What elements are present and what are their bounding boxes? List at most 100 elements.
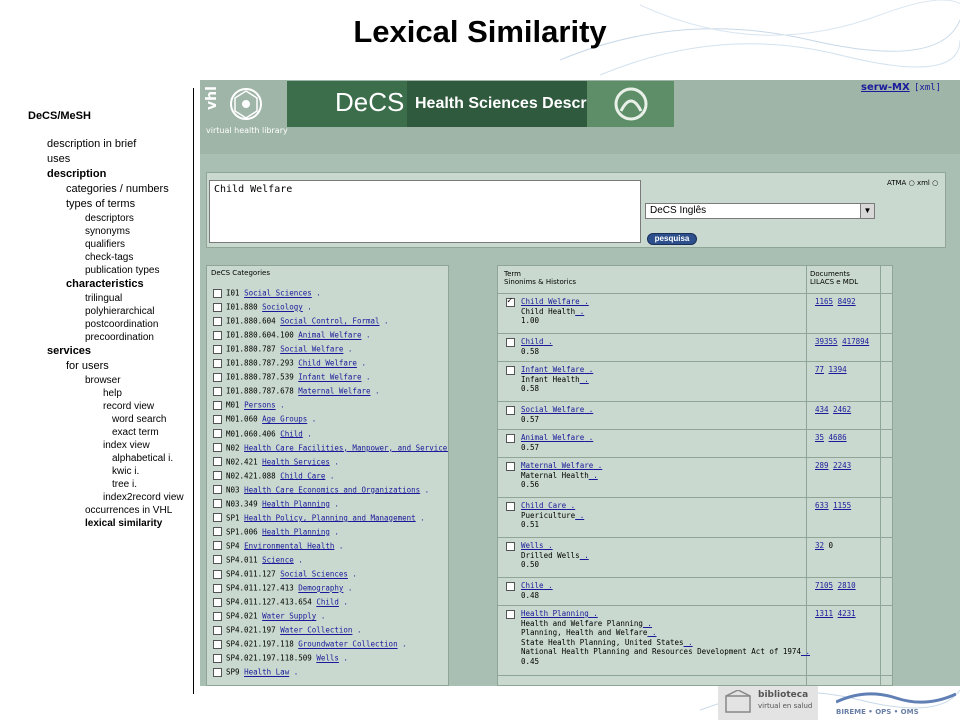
result-checkbox[interactable] bbox=[506, 502, 515, 511]
category-dot-link[interactable]: . bbox=[343, 345, 353, 354]
category-link[interactable]: Health Planning bbox=[262, 527, 330, 536]
lilacs-count-link[interactable]: 39355 bbox=[815, 337, 838, 346]
category-checkbox[interactable] bbox=[213, 667, 222, 677]
category-checkbox[interactable] bbox=[213, 429, 222, 438]
term-dot-link[interactable]: . bbox=[580, 297, 589, 306]
category-checkbox[interactable] bbox=[213, 358, 222, 368]
xml-link[interactable]: [xml] bbox=[914, 83, 941, 93]
category-checkbox[interactable] bbox=[213, 611, 222, 621]
synonym-dot-link[interactable]: . bbox=[643, 619, 652, 628]
category-link[interactable]: Child Care bbox=[280, 471, 325, 480]
category-checkbox[interactable] bbox=[213, 639, 222, 649]
term-dot-link[interactable]: . bbox=[584, 405, 594, 414]
medline-count[interactable]: 1394 bbox=[829, 365, 847, 374]
category-link[interactable]: Water Supply bbox=[262, 612, 316, 621]
category-dot-link[interactable]: . bbox=[303, 429, 312, 438]
synonym-dot-link[interactable]: . bbox=[580, 551, 589, 560]
category-dot-link[interactable]: . bbox=[339, 598, 348, 607]
category-checkbox[interactable] bbox=[213, 471, 222, 481]
category-link[interactable]: Environmental Health bbox=[244, 541, 334, 550]
category-checkbox[interactable] bbox=[213, 625, 222, 635]
term-link[interactable]: Infant Welfare bbox=[521, 365, 584, 374]
category-link[interactable]: Social Welfare bbox=[280, 345, 343, 354]
result-checkbox[interactable] bbox=[506, 296, 515, 307]
synonym-dot-link[interactable]: . bbox=[801, 647, 810, 656]
radio-icon[interactable]: ○ bbox=[909, 179, 915, 187]
lilacs-count-link[interactable]: 77 bbox=[815, 365, 824, 374]
result-checkbox[interactable] bbox=[506, 434, 515, 443]
category-link[interactable]: Health Care Economics and Organizations bbox=[244, 485, 420, 494]
lilacs-count-link[interactable]: 633 bbox=[815, 501, 829, 510]
lilacs-count-link[interactable]: 1311 bbox=[815, 609, 833, 618]
term-link[interactable]: Maternal Welfare bbox=[521, 461, 593, 470]
synonym-dot-link[interactable]: . bbox=[580, 375, 589, 384]
lilacs-count-link[interactable]: 7105 bbox=[815, 581, 833, 590]
category-checkbox[interactable] bbox=[213, 302, 222, 312]
term-link[interactable]: Animal Welfare bbox=[521, 433, 584, 442]
category-checkbox[interactable] bbox=[213, 485, 222, 495]
category-dot-link[interactable]: . bbox=[303, 303, 312, 312]
category-dot-link[interactable]: . bbox=[361, 373, 371, 382]
category-checkbox[interactable] bbox=[213, 541, 222, 551]
category-link[interactable]: Health Planning bbox=[262, 499, 330, 508]
lilacs-count-link[interactable]: 32 bbox=[815, 541, 824, 550]
search-button[interactable]: pesquisa bbox=[647, 233, 697, 245]
term-dot-link[interactable]: . bbox=[544, 581, 553, 590]
category-link[interactable]: Demography bbox=[298, 584, 343, 593]
lilacs-count-link[interactable]: 1165 bbox=[815, 297, 833, 306]
category-checkbox[interactable] bbox=[213, 499, 222, 509]
medline-count[interactable]: 4231 bbox=[838, 609, 856, 618]
term-link[interactable]: Child Welfare bbox=[521, 297, 580, 306]
medline-count[interactable]: 417894 bbox=[842, 337, 869, 346]
result-checkbox[interactable] bbox=[506, 610, 515, 619]
term-link[interactable]: Health Planning bbox=[521, 609, 589, 618]
medline-count[interactable]: 2462 bbox=[833, 405, 851, 414]
category-checkbox[interactable] bbox=[213, 288, 222, 298]
term-link[interactable]: Child Care bbox=[521, 501, 566, 510]
synonym-dot-link[interactable]: . bbox=[647, 628, 657, 637]
category-dot-link[interactable]: . bbox=[330, 527, 339, 536]
category-dot-link[interactable]: . bbox=[307, 415, 317, 424]
category-link[interactable]: Health Care Facilities, Manpower, and Se… bbox=[244, 443, 448, 452]
category-dot-link[interactable]: . bbox=[330, 499, 339, 508]
medline-count[interactable]: 8492 bbox=[838, 297, 856, 306]
category-dot-link[interactable]: . bbox=[289, 668, 299, 677]
term-dot-link[interactable]: . bbox=[593, 461, 603, 470]
chevron-down-icon[interactable]: ▼ bbox=[860, 204, 874, 218]
category-link[interactable]: Groundwater Collection bbox=[298, 640, 397, 649]
category-link[interactable]: Age Groups bbox=[262, 415, 307, 424]
category-link[interactable]: Health Services bbox=[262, 457, 330, 466]
category-checkbox[interactable] bbox=[213, 344, 222, 354]
term-link[interactable]: Wells bbox=[521, 541, 544, 550]
category-checkbox[interactable] bbox=[213, 443, 222, 453]
category-dot-link[interactable]: . bbox=[352, 626, 362, 635]
term-link[interactable]: Social Welfare bbox=[521, 405, 584, 414]
medline-count[interactable]: 4686 bbox=[829, 433, 847, 442]
category-checkbox[interactable] bbox=[213, 372, 222, 382]
category-link[interactable]: Wells bbox=[316, 654, 339, 663]
category-dot-link[interactable]: . bbox=[348, 570, 357, 579]
term-link[interactable]: Child bbox=[521, 337, 544, 346]
medline-count[interactable]: 2810 bbox=[838, 581, 856, 590]
category-dot-link[interactable]: . bbox=[339, 654, 348, 663]
term-dot-link[interactable]: . bbox=[544, 541, 553, 550]
category-checkbox[interactable] bbox=[213, 457, 222, 467]
category-dot-link[interactable]: . bbox=[325, 471, 335, 480]
result-checkbox[interactable] bbox=[506, 462, 515, 471]
term-dot-link[interactable]: . bbox=[584, 365, 594, 374]
category-link[interactable]: Health Law bbox=[244, 668, 289, 677]
category-checkbox[interactable] bbox=[213, 597, 222, 607]
category-link[interactable]: Child bbox=[280, 429, 303, 438]
category-link[interactable]: Sociology bbox=[262, 303, 303, 312]
category-link[interactable]: Social Control, Formal bbox=[280, 317, 379, 326]
category-checkbox[interactable] bbox=[213, 555, 222, 565]
category-dot-link[interactable]: . bbox=[276, 401, 285, 410]
term-dot-link[interactable]: . bbox=[544, 337, 553, 346]
category-link[interactable]: Water Collection bbox=[280, 626, 352, 635]
synonym-dot-link[interactable]: . bbox=[589, 471, 598, 480]
category-checkbox[interactable] bbox=[213, 527, 222, 537]
category-checkbox[interactable] bbox=[213, 653, 222, 663]
category-dot-link[interactable]: . bbox=[316, 612, 326, 621]
category-link[interactable]: Social Sciences bbox=[280, 570, 348, 579]
result-checkbox[interactable] bbox=[506, 338, 515, 347]
